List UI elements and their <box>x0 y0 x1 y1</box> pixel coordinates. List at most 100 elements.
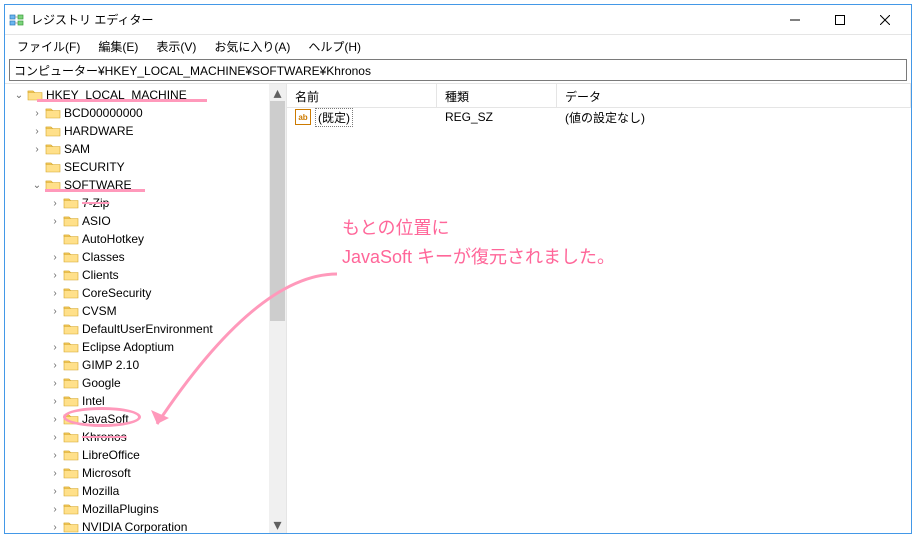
tree-twisty[interactable]: › <box>47 414 63 425</box>
menu-help[interactable]: ヘルプ(H) <box>300 36 369 57</box>
tree-item-label: DefaultUserEnvironment <box>82 322 213 336</box>
folder-icon <box>63 339 79 355</box>
tree-item-label: SECURITY <box>64 160 125 174</box>
tree-item[interactable]: ›HARDWARE <box>5 122 269 140</box>
tree-item[interactable]: ›ASIO <box>5 212 269 230</box>
tree-item[interactable]: › CoreSecurity <box>5 284 269 302</box>
tree-item[interactable]: › Intel <box>5 392 269 410</box>
tree-item-label: Mozilla <box>82 484 119 498</box>
tree-twisty[interactable]: › <box>47 360 63 371</box>
tree-twisty[interactable]: › <box>47 522 63 533</box>
tree-twisty[interactable]: ⌄ <box>29 180 45 191</box>
tree-item-label: Clients <box>82 268 119 282</box>
tree-item-label: Khronos <box>82 430 127 444</box>
tree-twisty[interactable]: › <box>47 450 63 461</box>
tree-twisty[interactable]: › <box>47 288 63 299</box>
tree-item[interactable]: › LibreOffice <box>5 446 269 464</box>
annotation-underline-hklm <box>37 99 207 102</box>
tree-twisty[interactable]: › <box>47 198 63 209</box>
string-value-icon: ab <box>295 109 311 125</box>
tree-item[interactable]: › Classes <box>5 248 269 266</box>
menu-file[interactable]: ファイル(F) <box>9 36 88 57</box>
folder-icon <box>63 393 79 409</box>
folder-icon <box>45 123 61 139</box>
folder-icon <box>63 357 79 373</box>
tree-twisty[interactable]: › <box>47 252 63 263</box>
list-body[interactable]: ab (既定) REG_SZ (値の設定なし) <box>287 108 911 533</box>
folder-icon <box>63 447 79 463</box>
value-list-pane: 名前 種類 データ ab (既定) REG_SZ (値の設定なし) もとの位置に… <box>287 84 911 533</box>
folder-icon <box>63 231 79 247</box>
tree-item-label: LibreOffice <box>82 448 140 462</box>
folder-icon <box>45 159 61 175</box>
annotation-line2: JavaSoft キーが復元されました。 <box>342 243 615 272</box>
tree-twisty[interactable]: › <box>47 504 63 515</box>
tree-item[interactable]: SECURITY <box>5 158 269 176</box>
tree-twisty[interactable]: › <box>47 432 63 443</box>
tree-twisty[interactable]: › <box>47 270 63 281</box>
scroll-thumb[interactable] <box>270 101 285 321</box>
tree-twisty[interactable]: › <box>47 342 63 353</box>
value-data: (値の設定なし) <box>557 109 911 126</box>
tree-twisty[interactable]: › <box>29 108 45 119</box>
address-bar[interactable]: コンピューター¥HKEY_LOCAL_MACHINE¥SOFTWARE¥Khro… <box>9 59 907 81</box>
list-row[interactable]: ab (既定) REG_SZ (値の設定なし) <box>287 108 911 126</box>
tree-item-label: NVIDIA Corporation <box>82 520 187 533</box>
tree-item[interactable]: AutoHotkey <box>5 230 269 248</box>
tree-pane: ⌄HKEY_LOCAL_MACHINE›BCD00000000›HARDWARE… <box>5 84 287 533</box>
tree-item[interactable]: › Clients <box>5 266 269 284</box>
registry-tree[interactable]: ⌄HKEY_LOCAL_MACHINE›BCD00000000›HARDWARE… <box>5 84 269 533</box>
tree-item[interactable]: ›Microsoft <box>5 464 269 482</box>
col-data[interactable]: データ <box>557 84 911 107</box>
tree-twisty[interactable]: › <box>47 486 63 497</box>
tree-item[interactable]: › Mozilla <box>5 482 269 500</box>
col-type[interactable]: 種類 <box>437 84 557 107</box>
tree-twisty[interactable]: › <box>47 468 63 479</box>
tree-item[interactable]: ›Eclipse Adoptium <box>5 338 269 356</box>
titlebar: レジストリ エディター <box>5 5 911 35</box>
tree-item-label: GIMP 2.10 <box>82 358 139 372</box>
tree-item-label: Classes <box>82 250 125 264</box>
tree-twisty[interactable]: › <box>29 144 45 155</box>
tree-twisty[interactable]: › <box>47 378 63 389</box>
annotation-text: もとの位置に JavaSoft キーが復元されました。 <box>342 214 615 272</box>
scroll-down-button[interactable]: ▾ <box>269 516 286 533</box>
scroll-up-button[interactable]: ▴ <box>269 84 286 101</box>
tree-item-label: MozillaPlugins <box>82 502 159 516</box>
col-name[interactable]: 名前 <box>287 84 437 107</box>
folder-icon <box>63 249 79 265</box>
menu-edit[interactable]: 編集(E) <box>90 36 146 57</box>
tree-twisty[interactable]: › <box>47 306 63 317</box>
tree-item[interactable]: › Khronos <box>5 428 269 446</box>
folder-icon <box>63 195 79 211</box>
tree-item[interactable]: › MozillaPlugins <box>5 500 269 518</box>
tree-item-label: Google <box>82 376 121 390</box>
folder-icon <box>63 429 79 445</box>
tree-item[interactable]: ›BCD00000000 <box>5 104 269 122</box>
tree-twisty[interactable]: ⌄ <box>11 90 27 101</box>
minimize-button[interactable] <box>772 5 817 34</box>
tree-item-label: CoreSecurity <box>82 286 151 300</box>
maximize-button[interactable] <box>817 5 862 34</box>
close-button[interactable] <box>862 5 907 34</box>
tree-item-label: AutoHotkey <box>82 232 144 246</box>
folder-icon <box>63 303 79 319</box>
tree-item[interactable]: DefaultUserEnvironment <box>5 320 269 338</box>
value-type: REG_SZ <box>437 110 557 124</box>
menu-favorites[interactable]: お気に入り(A) <box>206 36 298 57</box>
menu-view[interactable]: 表示(V) <box>148 36 204 57</box>
tree-item[interactable]: › NVIDIA Corporation <box>5 518 269 533</box>
tree-twisty[interactable]: › <box>47 396 63 407</box>
tree-twisty[interactable]: › <box>47 216 63 227</box>
tree-item[interactable]: ›CVSM <box>5 302 269 320</box>
tree-twisty[interactable]: › <box>29 126 45 137</box>
app-icon <box>9 12 25 28</box>
tree-item[interactable]: ›SAM <box>5 140 269 158</box>
tree-item[interactable]: › Google <box>5 374 269 392</box>
tree-item[interactable]: ›7-Zip <box>5 194 269 212</box>
tree-scrollbar[interactable]: ▴ ▾ <box>269 84 286 533</box>
tree-item-label: Intel <box>82 394 105 408</box>
tree-item[interactable]: › GIMP 2.10 <box>5 356 269 374</box>
folder-icon <box>45 105 61 121</box>
folder-icon <box>45 141 61 157</box>
